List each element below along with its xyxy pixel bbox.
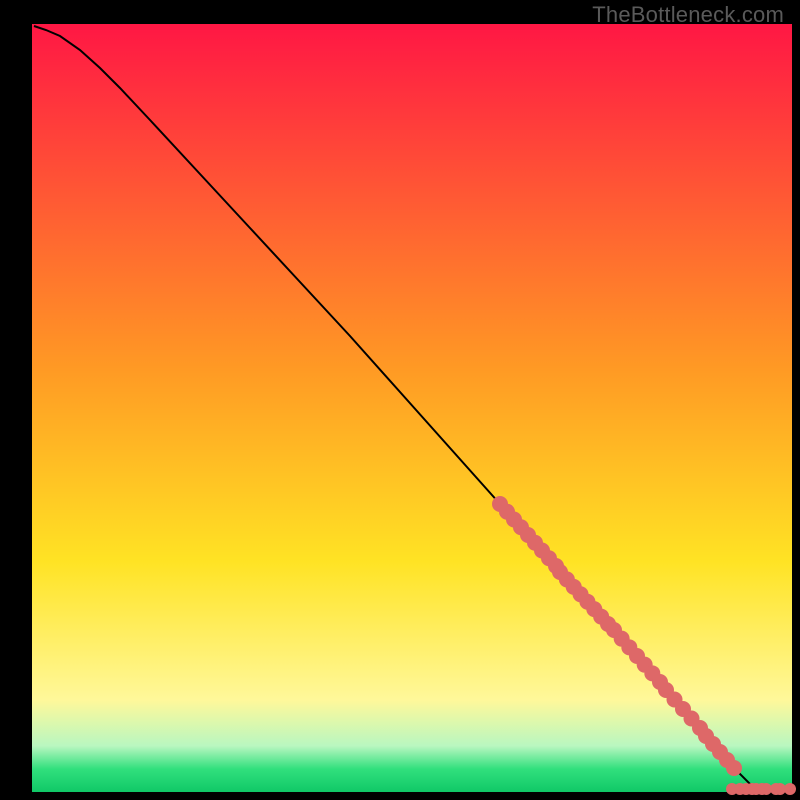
data-point	[784, 783, 796, 795]
data-point	[726, 760, 742, 776]
plot-background	[32, 24, 792, 792]
watermark-text: TheBottleneck.com	[592, 2, 784, 28]
chart-svg	[0, 0, 800, 800]
chart-stage: TheBottleneck.com	[0, 0, 800, 800]
